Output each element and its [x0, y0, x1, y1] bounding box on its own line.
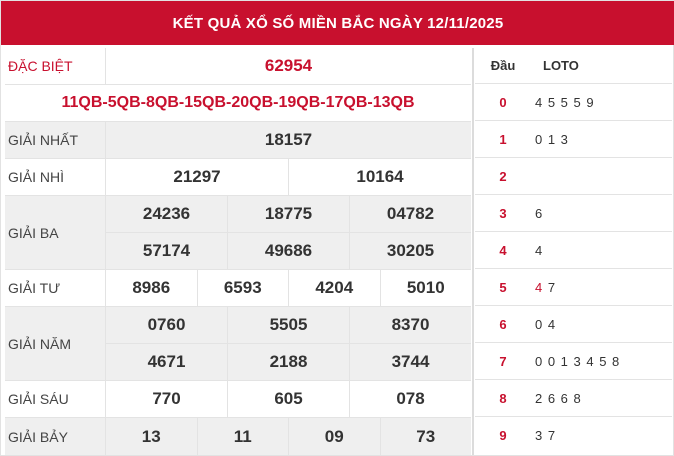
loto-values: 0 0 1 3 4 5 8 [535, 353, 621, 369]
loto-row: 5 4 7 [475, 269, 672, 306]
loto-head: 8 [499, 390, 507, 406]
loto-values: 4 5 5 5 9 [535, 94, 595, 110]
loto-values: 0 4 [535, 316, 557, 332]
results-panel: KẾT QUẢ XỔ SỐ MIỀN BẮC NGÀY 12/11/2025 Đ… [0, 0, 674, 456]
prize-table: ĐẶC BIỆT 62954 11QB-5QB-8QB-15QB-20QB-19… [5, 48, 471, 455]
prize-value-third: 24236 [142, 204, 191, 223]
loto-values: 0 1 3 [535, 131, 569, 147]
results-header: KẾT QUẢ XỔ SỐ MIỀN BẮC NGÀY 12/11/2025 [1, 1, 674, 45]
prize-value-seventh: 13 [141, 426, 161, 446]
loto-head-column-label: Đầu [490, 58, 516, 73]
prize-value-special: 62954 [264, 56, 313, 75]
loto-values: 2 6 6 8 [535, 390, 582, 406]
prize-row-third: GIẢI BA 24236 18775 04782 57174 49686 30… [5, 196, 471, 270]
prize-value-second: 21297 [173, 167, 221, 186]
loto-row: 1 0 1 3 [475, 121, 672, 158]
prize-row-first: GIẢI NHẤT 18157 [5, 122, 471, 159]
prize-value-third: 18775 [227, 196, 349, 232]
prize-label-second: GIẢI NHÌ [5, 159, 106, 195]
loto-head: 0 [499, 94, 507, 110]
prize-label-sixth: GIẢI SÁU [5, 381, 106, 417]
prize-label-fourth: GIẢI TƯ [5, 270, 106, 306]
loto-values: 3 7 [535, 428, 557, 443]
loto-table: Đầu LOTO 0 4 5 5 5 9 1 0 1 3 2 3 6 4 4 5… [475, 48, 672, 455]
loto-row: 3 6 [475, 195, 672, 232]
prize-label-fifth: GIẢI NĂM [5, 307, 106, 380]
prize-value-fifth: 2188 [227, 344, 349, 380]
prize-value-fifth: 3744 [349, 344, 471, 380]
loto-values-rest: 7 [547, 279, 557, 295]
prize-value-seventh: 73 [379, 418, 472, 455]
prize-label-seventh: GIẢI BẢY [5, 418, 106, 455]
prize-value-fourth: 8986 [132, 278, 171, 297]
results-title: KẾT QUẢ XỔ SỐ MIỀN BẮC NGÀY 12/11/2025 [172, 14, 504, 32]
prize-value-fourth: 4204 [288, 270, 380, 306]
loto-head: 4 [499, 242, 507, 258]
prize-value-sixth: 078 [349, 381, 471, 417]
prize-value-fifth: 5505 [227, 307, 349, 343]
loto-values: 6 [535, 205, 544, 221]
loto-head: 5 [499, 279, 507, 295]
prize-row-fifth: GIẢI NĂM 0760 5505 8370 4671 2188 3744 [5, 307, 471, 381]
prize-row-special: ĐẶC BIỆT 62954 [5, 48, 471, 85]
prize-value-sixth: 770 [152, 389, 181, 408]
prize-value-sixth: 605 [227, 381, 349, 417]
prize-value-second: 10164 [288, 159, 471, 195]
loto-head: 9 [499, 428, 507, 443]
prize-label-special: ĐẶC BIỆT [5, 48, 106, 84]
loto-row: 2 [475, 158, 672, 195]
prize-value-fifth: 8370 [349, 307, 471, 343]
prize-value-seventh: 11 [196, 418, 289, 455]
prize-row-fourth: GIẢI TƯ 8986 6593 4204 5010 [5, 270, 471, 307]
prize-value-third: 30205 [349, 233, 471, 269]
loto-row: 0 4 5 5 5 9 [475, 84, 672, 121]
loto-column-label: LOTO [543, 58, 579, 73]
column-divider [472, 48, 474, 455]
loto-values: 4 7 [531, 280, 672, 295]
prize-value-third: 57174 [142, 241, 191, 260]
prize-row-codes: 11QB-5QB-8QB-15QB-20QB-19QB-17QB-13QB [5, 85, 471, 122]
loto-header-row: Đầu LOTO [475, 48, 672, 84]
prize-value-third: 04782 [349, 196, 471, 232]
prize-value-seventh: 09 [288, 418, 380, 455]
prize-label-first: GIẢI NHẤT [5, 122, 106, 158]
loto-highlight: 4 [535, 279, 544, 295]
loto-head: 7 [499, 353, 507, 369]
prize-codes: 11QB-5QB-8QB-15QB-20QB-19QB-17QB-13QB [61, 94, 415, 111]
loto-row: 8 2 6 6 8 [475, 380, 672, 417]
prize-value-third: 49686 [227, 233, 349, 269]
loto-head: 3 [499, 205, 507, 221]
prize-row-sixth: GIẢI SÁU 770 605 078 [5, 381, 471, 418]
loto-row: 9 3 7 [475, 417, 672, 454]
loto-head: 6 [499, 316, 507, 332]
prize-row-second: GIẢI NHÌ 21297 10164 [5, 159, 471, 196]
prize-value-first: 18157 [264, 130, 313, 149]
prize-value-fourth: 6593 [196, 270, 289, 306]
prize-label-third: GIẢI BA [5, 196, 106, 269]
prize-row-seventh: GIẢI BẢY 13 11 09 73 [5, 418, 471, 455]
prize-value-fourth: 5010 [379, 270, 472, 306]
prize-value-fifth: 0760 [147, 315, 186, 334]
loto-values: 4 [535, 242, 544, 258]
prize-value-fifth: 4671 [147, 352, 186, 371]
loto-row: 4 4 [475, 232, 672, 269]
loto-head: 2 [499, 168, 507, 184]
loto-head: 1 [499, 131, 507, 147]
loto-row: 7 0 0 1 3 4 5 8 [475, 343, 672, 380]
loto-row: 6 0 4 [475, 306, 672, 343]
